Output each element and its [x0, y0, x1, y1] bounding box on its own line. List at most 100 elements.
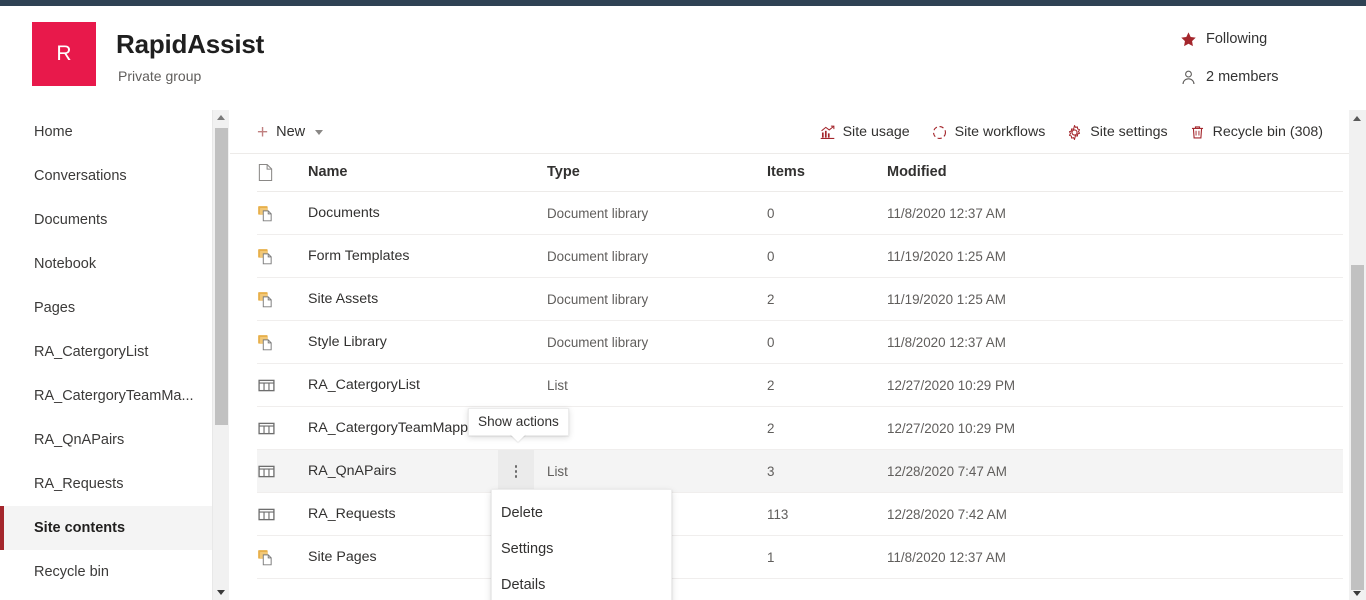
new-button[interactable]: + New [257, 118, 324, 146]
row-modified: 11/19/2020 1:25 AM [887, 292, 1006, 307]
plus-icon: + [257, 121, 269, 143]
sidebar-item-label: Conversations [34, 168, 127, 184]
context-menu-item-details[interactable]: Details [492, 567, 671, 600]
list-icon [257, 462, 276, 486]
row-items: 0 [767, 335, 775, 350]
column-header-modified[interactable]: Modified [887, 164, 947, 180]
row-name[interactable]: RA_QnAPairs [308, 463, 396, 479]
trash-icon [1189, 124, 1206, 141]
sidebar-item-ra-requests[interactable]: RA_Requests [0, 462, 212, 506]
row-context-menu: Delete Settings Details [491, 489, 672, 600]
context-menu-item-settings[interactable]: Settings [492, 531, 671, 567]
main-scroll-down-arrow-icon[interactable] [1353, 591, 1361, 596]
row-name[interactable]: RA_Requests [308, 506, 396, 522]
row-name[interactable]: Style Library [308, 334, 387, 350]
sidebar-item-site-contents[interactable]: Site contents [0, 506, 212, 550]
row-name[interactable]: RA_CatergoryList [308, 377, 420, 393]
row-name[interactable]: Site Assets [308, 291, 378, 307]
context-menu-item-delete[interactable]: Delete [492, 495, 671, 531]
row-items: 3 [767, 464, 775, 479]
main-content: + New Site usage Site workflows Site set… [230, 110, 1366, 600]
row-type: Document library [547, 335, 649, 350]
sidebar-item-home[interactable]: Home [0, 110, 212, 154]
table-row[interactable]: Site PagesDocument library111/8/2020 12:… [257, 536, 1343, 579]
table-row[interactable]: Documents Document library 0 11/8/2020 12:3… [257, 192, 1343, 235]
ellipsis-icon [514, 465, 518, 478]
table-header-row: Name Type Items Modified [257, 154, 1343, 192]
sidebar-item-notebook[interactable]: Notebook [0, 242, 212, 286]
new-button-label: New [276, 124, 306, 140]
site-header-actions: Following 2 members [1168, 26, 1348, 102]
sidebar-scrollbar[interactable] [212, 110, 229, 600]
site-settings-button[interactable]: Site settings [1066, 118, 1168, 146]
table-row[interactable]: RA_RequestsList11312/28/2020 7:42 AM [257, 493, 1343, 536]
table-row[interactable]: RA_CatergoryTeamMappingList212/27/2020 1… [257, 407, 1343, 450]
row-show-actions-button[interactable] [498, 450, 534, 493]
sidebar-item-ra-catergorylist[interactable]: RA_CatergoryList [0, 330, 212, 374]
members-button[interactable]: 2 members [1168, 64, 1348, 90]
sidebar-item-ra-qnapairs[interactable]: RA_QnAPairs [0, 418, 212, 462]
site-workflows-label: Site workflows [954, 124, 1046, 140]
document-library-icon [257, 290, 276, 314]
row-items: 0 [767, 249, 775, 264]
sidebar-item-pages[interactable]: Pages [0, 286, 212, 330]
row-name[interactable]: Documents [308, 205, 380, 221]
table-body: Documents Document library 0 11/8/2020 12:3… [257, 192, 1343, 579]
recycle-bin-button[interactable]: Recycle bin (308) [1189, 118, 1323, 146]
table-row[interactable]: Style Library Document library 0 11/8/2020 … [257, 321, 1343, 364]
workflow-circle-icon [931, 124, 948, 141]
site-usage-button[interactable]: Site usage [819, 118, 910, 146]
site-usage-label: Site usage [842, 124, 910, 140]
star-icon [1180, 31, 1197, 48]
sidebar-item-label: Site contents [34, 520, 126, 536]
column-header-items[interactable]: Items [767, 164, 805, 180]
following-button[interactable]: Following [1168, 26, 1348, 52]
sidebar-item-label: RA_CatergoryList [34, 344, 149, 360]
row-name[interactable]: Form Templates [308, 248, 409, 264]
site-subtitle: Private group [118, 68, 202, 84]
scroll-up-arrow-icon[interactable] [217, 115, 225, 120]
sidebar-nav: Home Conversations Documents Notebook Pages R… [0, 110, 212, 600]
row-items: 1 [767, 550, 775, 565]
table-row[interactable]: RA_QnAPairs List 3 12/28/2020 7:47 AM [257, 450, 1343, 493]
main-scroll-thumb[interactable] [1351, 265, 1364, 590]
sidebar-scroll-thumb[interactable] [215, 128, 228, 425]
sidebar-item-label: Home [34, 124, 73, 140]
sidebar-item-label: Documents [34, 212, 108, 228]
table-row[interactable]: RA_CatergoryList List 2 12/27/2020 10:29 PM [257, 364, 1343, 407]
row-name[interactable]: Site Pages [308, 549, 377, 565]
row-type: List [547, 378, 568, 393]
sidebar-item-recycle-bin[interactable]: Recycle bin [0, 550, 212, 594]
chevron-down-icon [315, 129, 324, 135]
row-name[interactable]: RA_CatergoryTeamMapping [308, 420, 487, 436]
row-type: List [547, 464, 568, 479]
site-header: R RapidAssist Private group Following 2 … [0, 6, 1366, 110]
document-library-icon [257, 247, 276, 271]
context-menu-item-label: Delete [501, 505, 543, 521]
following-label: Following [1206, 31, 1268, 47]
row-modified: 11/8/2020 12:37 AM [887, 335, 1006, 350]
site-settings-label: Site settings [1090, 124, 1168, 140]
row-items: 2 [767, 421, 775, 436]
chart-trend-icon [819, 124, 836, 141]
site-logo[interactable]: R [32, 22, 96, 86]
table-row[interactable]: Site Assets Document library 2 11/19/2020 1… [257, 278, 1343, 321]
site-workflows-button[interactable]: Site workflows [931, 118, 1046, 146]
row-modified: 11/8/2020 12:37 AM [887, 206, 1006, 221]
column-header-name[interactable]: Name [308, 164, 348, 180]
main-scroll-up-arrow-icon[interactable] [1353, 116, 1361, 121]
list-icon [257, 419, 276, 443]
main-scrollbar[interactable] [1349, 110, 1366, 600]
context-menu-item-label: Details [501, 577, 546, 593]
sidebar-item-conversations[interactable]: Conversations [0, 154, 212, 198]
document-library-icon [257, 204, 276, 228]
document-library-icon [257, 333, 276, 357]
column-header-type[interactable]: Type [547, 164, 580, 180]
sidebar-item-ra-catergoryteamma[interactable]: RA_CatergoryTeamMa... [0, 374, 212, 418]
sidebar-item-label: RA_QnAPairs [34, 432, 125, 448]
row-modified: 12/27/2020 10:29 PM [887, 421, 1016, 436]
sidebar-item-documents[interactable]: Documents [0, 198, 212, 242]
context-menu-item-label: Settings [501, 541, 554, 557]
table-row[interactable]: Form Templates Document library 0 11/19/202… [257, 235, 1343, 278]
scroll-down-arrow-icon[interactable] [217, 590, 225, 595]
